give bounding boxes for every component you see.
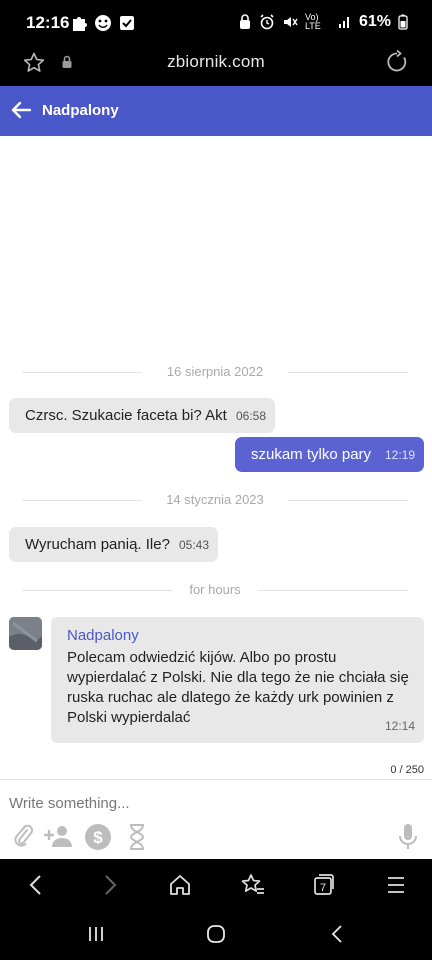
system-navigation-bar <box>0 911 432 960</box>
message-outgoing[interactable]: szukam tylko pary 12:19 <box>235 437 424 472</box>
tabs-icon[interactable]: 7 <box>312 873 336 897</box>
date-separator-label: 16 sierpnia 2022 <box>156 364 274 379</box>
date-separator-label: for hours <box>179 582 251 597</box>
message-text: Czrsc. Szukacie faceta bi? Akt <box>25 407 227 424</box>
smiley-app-icon <box>95 15 111 31</box>
bookmarks-icon[interactable] <box>240 873 266 897</box>
date-separator: 14 stycznia 2023 <box>22 492 408 508</box>
message-incoming[interactable]: Wyrucham panią. Ile? 05:43 <box>9 527 218 562</box>
avatar-image <box>9 617 42 650</box>
message-sender-name[interactable]: Nadpalony <box>67 627 139 644</box>
mute-icon <box>283 17 298 27</box>
message-incoming[interactable]: Czrsc. Szukacie faceta bi? Akt 06:58 <box>9 398 275 433</box>
message-incoming-with-sender[interactable]: Nadpalony Polecam odwiedzić kijów. Albo … <box>51 617 424 743</box>
date-separator: for hours <box>22 582 408 598</box>
back-arrow-icon[interactable] <box>10 99 32 121</box>
message-time: 12:14 <box>384 719 415 733</box>
url-text[interactable]: zbiornik.com <box>0 52 432 72</box>
add-contact-icon[interactable] <box>43 823 73 849</box>
coin-icon[interactable]: $ <box>84 823 112 851</box>
hourglass-icon[interactable] <box>127 823 147 851</box>
paperclip-icon[interactable] <box>12 823 34 849</box>
message-composer: 0 / 250 $ <box>0 764 432 859</box>
status-bar: 12:16 Vo) LTE 61% <box>0 0 432 46</box>
browser-url-bar: zbiornik.com <box>0 46 432 86</box>
puzzle-icon <box>73 17 87 31</box>
message-text: Polecam odwiedzić kijów. Albo po prostu … <box>67 649 409 726</box>
reload-icon[interactable] <box>384 49 410 75</box>
message-input[interactable] <box>9 793 409 813</box>
character-counter: 0 / 250 <box>390 764 424 776</box>
svg-text:$: $ <box>93 828 103 847</box>
message-time: 06:58 <box>235 409 266 423</box>
home-icon[interactable] <box>168 873 192 897</box>
lock-screen-icon <box>239 14 250 29</box>
system-home-icon[interactable] <box>206 924 226 944</box>
message-text: szukam tylko pary <box>251 446 372 463</box>
date-separator: 16 sierpnia 2022 <box>22 364 408 380</box>
browser-forward-icon[interactable] <box>100 873 120 897</box>
browser-bottom-toolbar: 7 <box>0 859 432 911</box>
notification-icons <box>70 14 136 32</box>
recent-apps-icon[interactable] <box>86 924 106 944</box>
volte-label: Vo) LTE <box>304 12 321 31</box>
battery-percent: 61% <box>358 13 391 30</box>
message-time: 05:43 <box>178 538 209 552</box>
menu-icon[interactable] <box>386 873 406 897</box>
battery-icon <box>398 14 408 30</box>
date-separator-label: 14 stycznia 2023 <box>156 492 274 507</box>
checkbox-icon <box>120 16 134 30</box>
message-text: Wyrucham panią. Ile? <box>25 536 170 553</box>
status-right-icons: Vo) LTE 61% <box>238 13 408 31</box>
avatar[interactable] <box>9 617 42 650</box>
svg-text:7: 7 <box>320 882 326 894</box>
system-back-icon[interactable] <box>328 924 348 944</box>
alarm-icon <box>260 14 274 30</box>
microphone-icon[interactable] <box>397 823 419 851</box>
chat-header: Nadpalony <box>0 86 432 136</box>
chat-messages-area[interactable]: 16 sierpnia 2022 Czrsc. Szukacie faceta … <box>0 136 432 779</box>
chat-title[interactable]: Nadpalony <box>42 102 119 119</box>
signal-icon <box>338 17 349 28</box>
message-time: 12:19 <box>384 448 415 462</box>
status-time: 12:16 <box>26 13 70 32</box>
browser-back-icon[interactable] <box>26 873 46 897</box>
